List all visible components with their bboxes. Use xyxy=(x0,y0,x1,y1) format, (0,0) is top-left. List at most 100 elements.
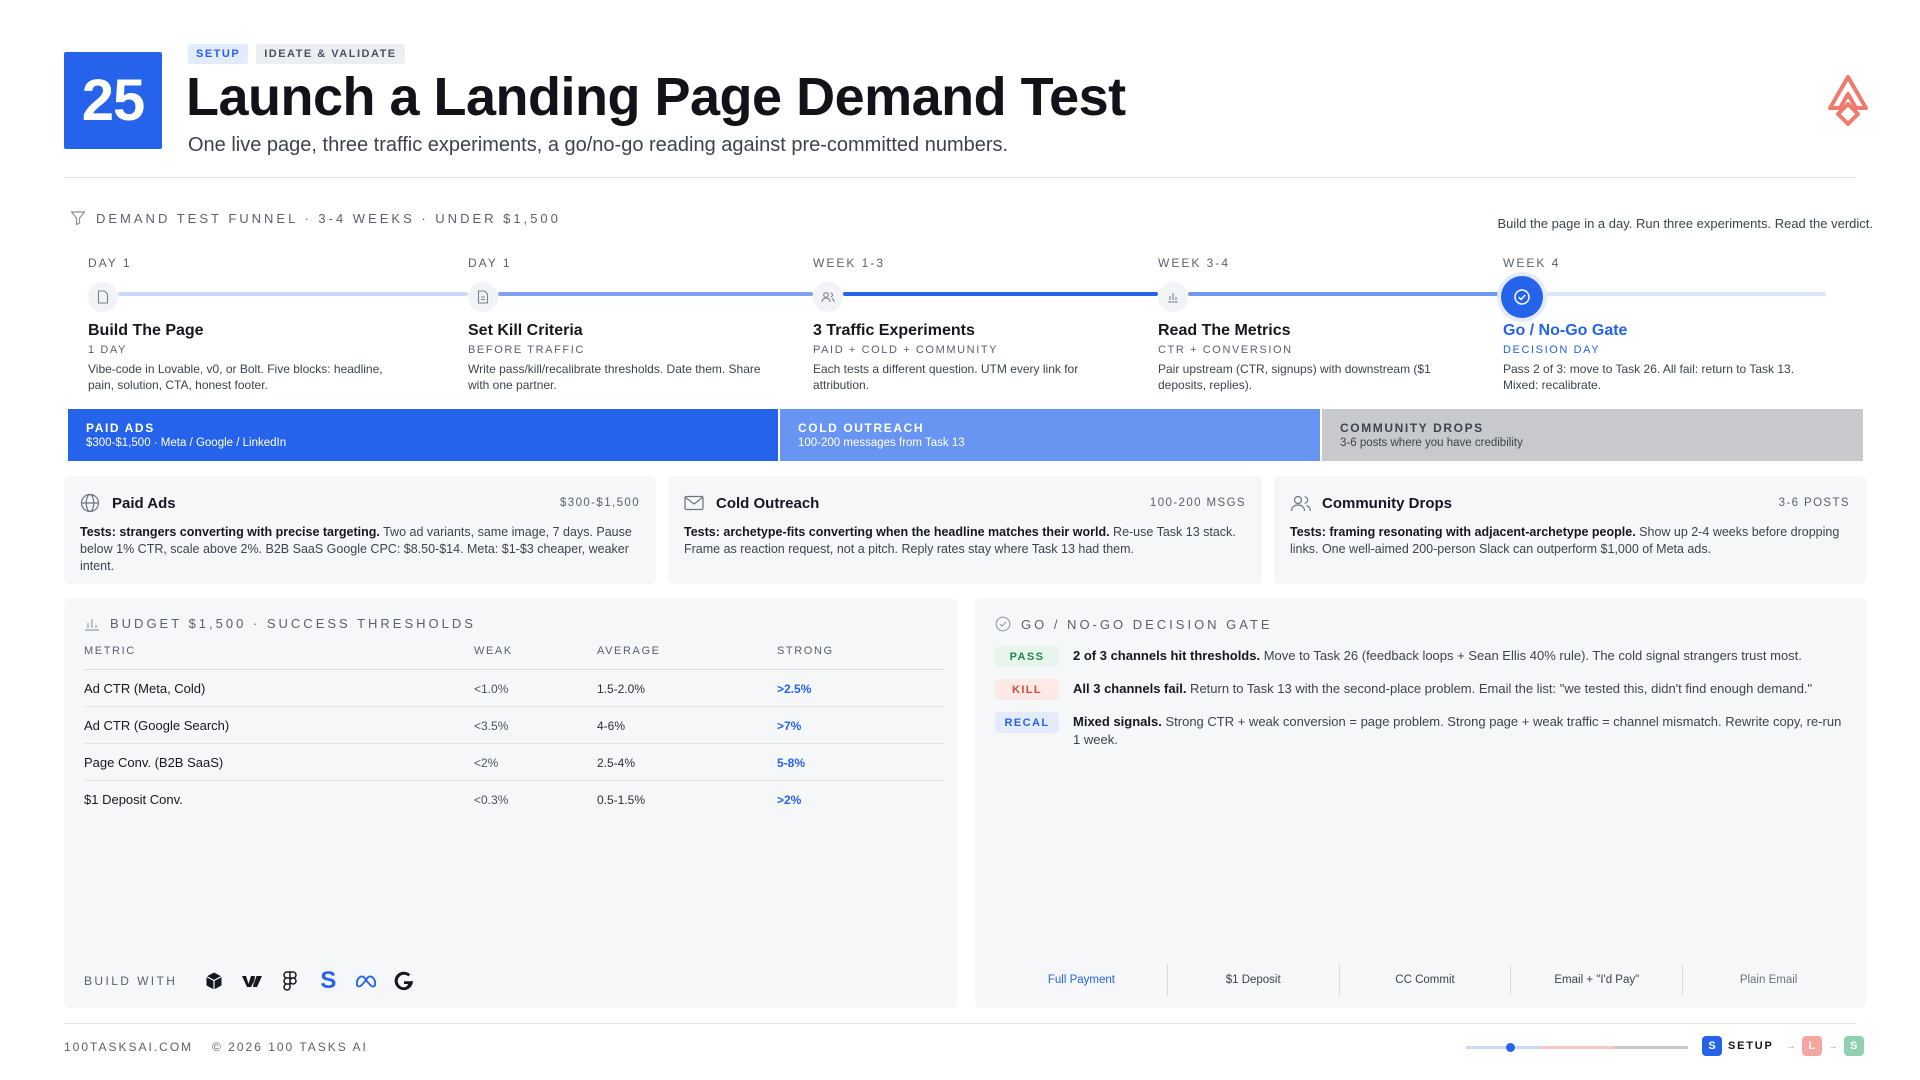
step-go-no-go-gate[interactable]: WEEK 4 Go / No-Go Gate DECISION DAY Pass… xyxy=(1501,256,1823,392)
metric-cell: Page Conv. (B2B SaaS) xyxy=(84,743,474,781)
table-row: Ad CTR (Meta, Cold) <1.0% 1.5-2.0% >2.5% xyxy=(84,669,944,707)
gate-text: Mixed signals. Strong CTR + weak convers… xyxy=(1073,712,1846,749)
page-title: Launch a Landing Page Demand Test xyxy=(186,67,1126,127)
task-number-badge: 25 xyxy=(64,52,162,149)
gate-text: 2 of 3 channels hit thresholds. Move to … xyxy=(1073,646,1846,665)
stage-l-badge[interactable]: L xyxy=(1801,1036,1822,1056)
step-subtitle: PAID + COLD + COMMUNITY xyxy=(813,344,999,356)
table-row: Ad CTR (Google Search) <3.5% 4-6% >7% xyxy=(84,706,944,744)
series-progress-bar xyxy=(1466,1043,1688,1052)
channel-bar-name: COMMUNITY DROPS xyxy=(1340,421,1484,435)
users-icon xyxy=(1290,492,1312,514)
timeline-segment xyxy=(118,292,468,296)
figma-icon[interactable] xyxy=(279,970,301,992)
funnel-note: Build the page in a day. Run three exper… xyxy=(1497,216,1873,231)
footer-site-link[interactable]: 100TASKSAI.COM xyxy=(64,1040,193,1054)
weak-cell: <0.3% xyxy=(474,792,509,807)
scale-item-plain-email: Plain Email xyxy=(1739,974,1798,986)
bar-chart-icon xyxy=(85,618,99,631)
users-icon xyxy=(813,282,843,312)
scale-item-deposit: $1 Deposit xyxy=(1168,964,1340,996)
check-circle-icon xyxy=(1501,276,1543,318)
column-header: WEAK xyxy=(474,641,597,670)
stage-s-badge[interactable]: S xyxy=(1843,1036,1864,1056)
channel-bar-community-drops[interactable]: COMMUNITY DROPS 3-6 posts where you have… xyxy=(1322,409,1863,461)
stripe-icon[interactable]: S xyxy=(317,967,339,994)
stage-setup-badge[interactable]: S xyxy=(1702,1036,1722,1056)
channel-bar-desc: 100-200 messages from Task 13 xyxy=(798,437,965,449)
step-set-kill-criteria[interactable]: DAY 1 Set Kill Criteria BEFORE TRAFFIC W… xyxy=(468,256,788,392)
recal-badge: RECAL xyxy=(995,712,1059,733)
gate-lead: Mixed signals. xyxy=(1073,714,1162,729)
kill-badge: KILL xyxy=(995,679,1059,700)
check-circle-icon xyxy=(995,616,1011,632)
channel-card-lead: Tests: framing resonating with adjacent-… xyxy=(1290,525,1636,539)
progress-marker xyxy=(1506,1043,1516,1052)
timeline-segment xyxy=(498,292,813,296)
channel-bar-paid-ads[interactable]: PAID ADS $300-$1,500 · Meta / Google / L… xyxy=(68,409,778,461)
step-when: DAY 1 xyxy=(468,256,512,270)
decision-gate-panel: GO / NO-GO DECISION GATE PASS 2 of 3 cha… xyxy=(975,598,1866,1008)
globe-icon xyxy=(80,492,102,514)
step-title: Set Kill Criteria xyxy=(468,322,583,339)
thresholds-table: METRIC WEAK AVERAGE STRONG Ad CTR (Meta,… xyxy=(84,641,944,817)
build-with-row: BUILD WITH S xyxy=(84,967,415,994)
budget-label: BUDGET $1,500 · SUCCESS THRESHOLDS xyxy=(110,616,476,631)
gate-body: Move to Task 26 (feedback loops + Sean E… xyxy=(1260,648,1802,663)
gate-body: Return to Task 13 with the second-place … xyxy=(1186,681,1813,696)
funnel-section-header: DEMAND TEST FUNNEL · 3-4 WEEKS · UNDER $… xyxy=(70,210,561,226)
google-icon[interactable] xyxy=(393,970,415,992)
pass-badge: PASS xyxy=(995,646,1059,667)
scale-item-full-payment: Full Payment xyxy=(996,964,1168,996)
step-traffic-experiments[interactable]: WEEK 1-3 3 Traffic Experiments PAID + CO… xyxy=(813,256,1133,392)
step-description: Write pass/kill/recalibrate thresholds. … xyxy=(468,362,761,392)
scale-item-cc-commit: CC Commit xyxy=(1340,964,1512,996)
gate-row-kill: KILL All 3 channels fail. Return to Task… xyxy=(995,679,1846,700)
metric-cell: $1 Deposit Conv. xyxy=(84,792,183,807)
gate-text: All 3 channels fail. Return to Task 13 w… xyxy=(1073,679,1846,698)
channel-card-title: Community Drops xyxy=(1322,494,1453,512)
table-row: $1 Deposit Conv. <0.3% 0.5-1.5% >2% xyxy=(84,781,944,818)
file-icon xyxy=(88,282,118,312)
meta-icon[interactable] xyxy=(355,970,377,992)
average-cell: 1.5-2.0% xyxy=(597,669,777,707)
tag-ideate-validate[interactable]: IDEATE & VALIDATE xyxy=(256,44,405,64)
weak-cell: <3.5% xyxy=(474,706,597,744)
strong-cell: 5-8% xyxy=(777,743,944,781)
step-description: Pass 2 of 3: move to Task 26. All fail: … xyxy=(1503,362,1795,392)
step-when: WEEK 4 xyxy=(1503,256,1561,270)
average-cell: 4-6% xyxy=(597,706,777,744)
stage-setup-label: SETUP xyxy=(1728,1040,1774,1052)
bar-chart-icon xyxy=(1158,282,1188,312)
column-header: METRIC xyxy=(84,641,474,670)
column-header: STRONG xyxy=(777,641,944,670)
channel-card-desc: Tests: archetype-fits converting when th… xyxy=(684,524,1246,558)
step-when: WEEK 3-4 xyxy=(1158,256,1231,270)
arrow-right-icon: → xyxy=(1827,1040,1838,1052)
funnel-label: DEMAND TEST FUNNEL · 3-4 WEEKS · UNDER $… xyxy=(96,210,561,226)
channel-card-paid-ads: Paid Ads $300-$1,500 Tests: strangers co… xyxy=(64,476,656,584)
brand-logo-icon xyxy=(1828,75,1868,126)
strong-cell: >2% xyxy=(777,792,802,807)
webflow-icon[interactable] xyxy=(241,970,263,992)
gate-row-recal: RECAL Mixed signals. Strong CTR + weak c… xyxy=(995,712,1846,749)
step-title: Build The Page xyxy=(88,322,204,339)
channel-card-amount: 3-6 POSTS xyxy=(1778,497,1850,509)
channel-card-community-drops: Community Drops 3-6 POSTS Tests: framing… xyxy=(1274,476,1866,584)
timeline-segment xyxy=(1188,292,1500,296)
cube-icon[interactable] xyxy=(203,970,225,992)
scale-item-email-pay: Email + "I'd Pay" xyxy=(1511,964,1684,996)
document-icon xyxy=(468,282,498,312)
channel-card-lead: Tests: strangers converting with precise… xyxy=(80,525,380,539)
tag-setup[interactable]: SETUP xyxy=(188,44,249,64)
gate-label: GO / NO-GO DECISION GATE xyxy=(1021,616,1273,632)
step-read-the-metrics[interactable]: WEEK 3-4 Read The Metrics CTR + CONVERSI… xyxy=(1158,256,1478,392)
table-header-row: METRIC WEAK AVERAGE STRONG xyxy=(84,641,944,670)
step-build-the-page[interactable]: DAY 1 Build The Page 1 DAY Vibe-code in … xyxy=(88,256,408,392)
step-subtitle: CTR + CONVERSION xyxy=(1158,344,1293,356)
metric-cell: Ad CTR (Google Search) xyxy=(84,706,474,744)
channel-bar-cold-outreach[interactable]: COLD OUTREACH 100-200 messages from Task… xyxy=(780,409,1320,461)
gate-row-pass: PASS 2 of 3 channels hit thresholds. Mov… xyxy=(995,646,1846,667)
average-cell: 0.5-1.5% xyxy=(597,792,646,807)
channel-card-desc: Tests: strangers converting with precise… xyxy=(80,524,640,575)
